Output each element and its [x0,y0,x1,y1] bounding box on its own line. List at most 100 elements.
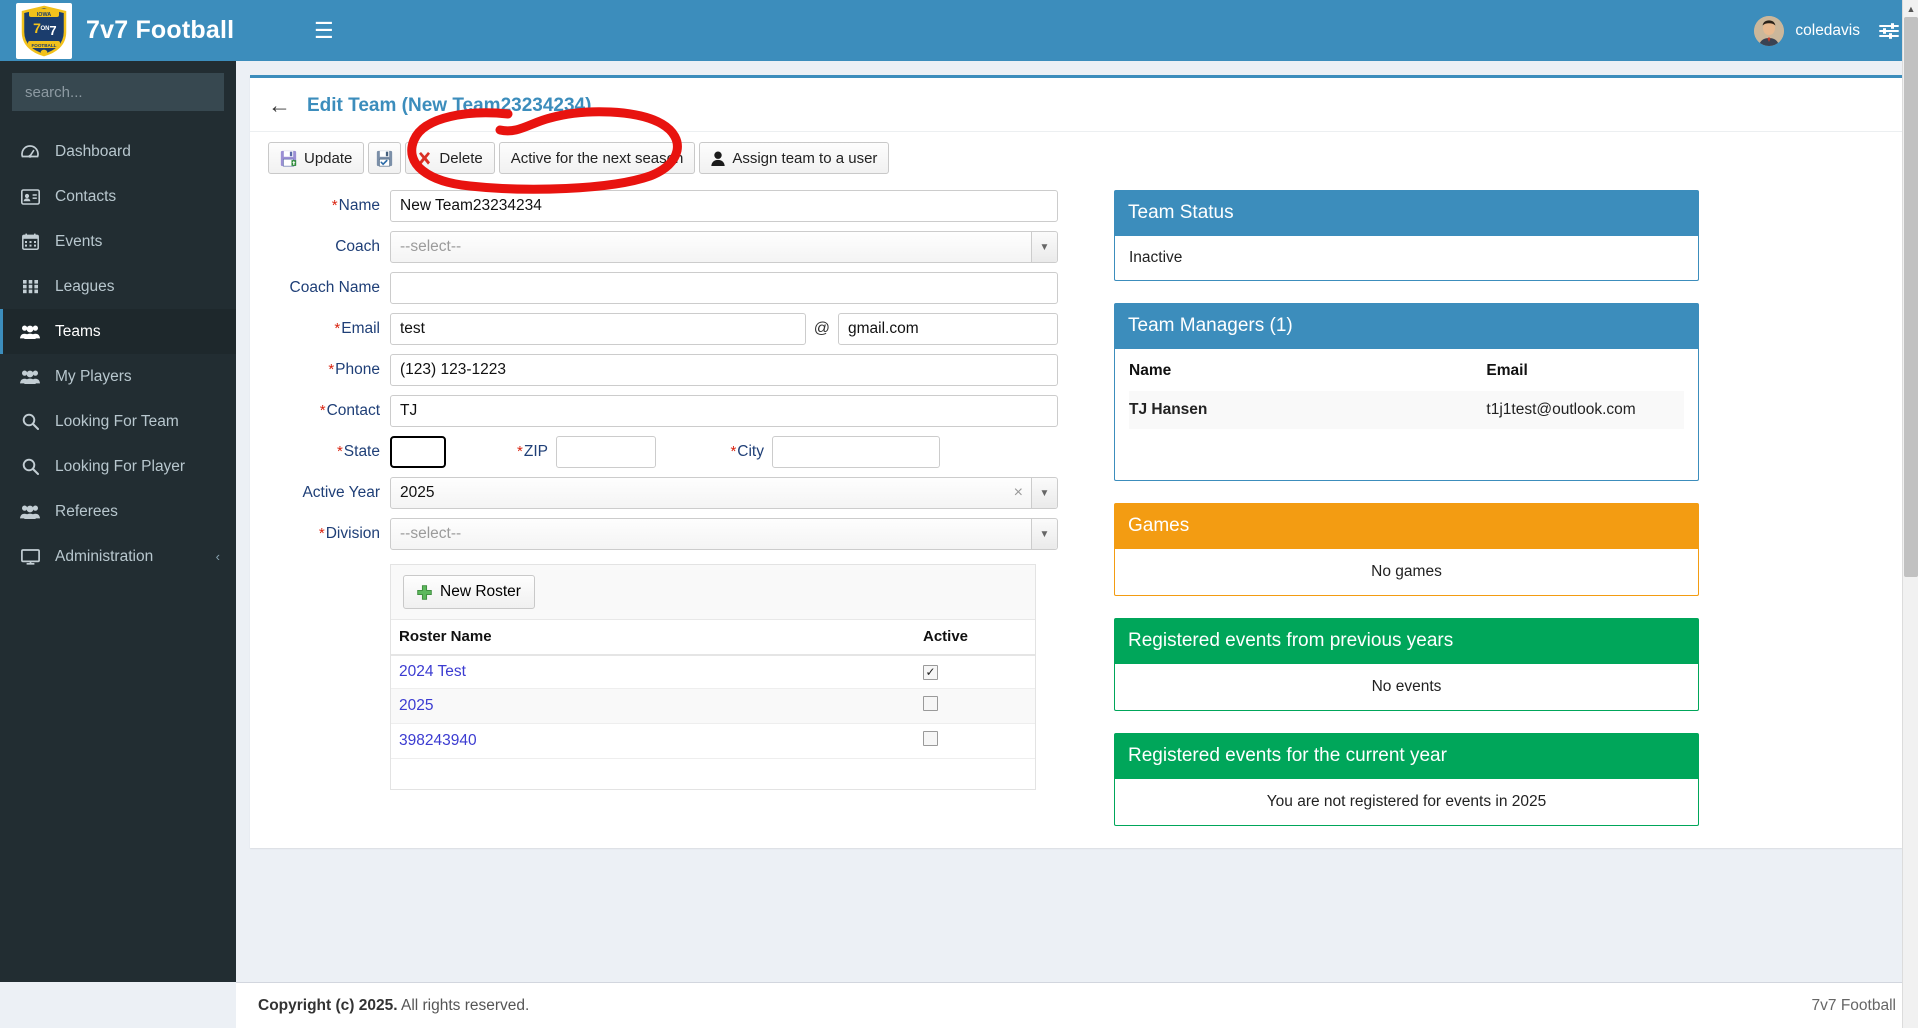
content-area: ← Edit Team (New Team23234234) Update De… [236,61,1918,982]
roster-name-link[interactable]: 398243940 [399,732,477,749]
roster-active-checkbox[interactable] [923,731,938,746]
column-header-active: Active [915,620,1035,656]
roster-name-link[interactable]: 2024 Test [399,663,466,680]
roster-panel: New Roster Roster Name Active 2024 Test … [390,564,1036,790]
state-label: *State [336,443,380,460]
clear-icon[interactable]: × [1014,484,1031,502]
team-status-title: Team Status [1114,190,1699,236]
table-row: TJ Hansen t1j1test@outlook.com [1129,391,1684,429]
zip-input[interactable] [556,436,656,468]
sidebar-item-label: Events [55,232,103,250]
action-toolbar: Update Delete Active for the next season… [250,131,1902,174]
top-nav-right: coledavis [1754,15,1900,46]
chevron-down-icon[interactable]: ▼ [1031,519,1057,549]
team-managers-body: Name Email TJ Hansen t1j1test@outlook.co… [1114,349,1699,481]
table-row[interactable]: 2024 Test ✓ [391,655,1035,689]
sidebar-item-administration[interactable]: Administration ‹ [0,534,236,579]
team-managers-panel: Team Managers (1) Name Email TJ Hansen t… [1114,303,1699,481]
svg-text:IOWA: IOWA [37,12,51,18]
coach-name-input[interactable] [390,272,1058,304]
sidebar-item-looking-for-player[interactable]: Looking For Player [0,444,236,489]
dashboard-icon [19,143,41,161]
active-next-season-button[interactable]: Active for the next season [498,142,696,174]
coach-label: Coach [335,238,380,255]
city-input[interactable] [772,436,940,468]
email-domain-input[interactable] [838,313,1058,345]
city-label: *City [730,443,764,460]
top-nav: ☰ coledavis [290,0,1918,61]
delete-button-label: Delete [439,149,483,167]
managers-header-row: Name Email [1129,349,1684,391]
user-menu[interactable]: coledavis [1754,15,1860,46]
state-zip-city-group: *ZIP *City [390,436,1058,468]
update-button[interactable]: Update [268,142,365,174]
required-marker: * [334,320,341,337]
roster-active-checkbox[interactable] [923,696,938,711]
grid-icon [19,278,41,295]
coach-select[interactable]: --select-- ▼ [390,231,1058,263]
sidebar-item-events[interactable]: Events [0,219,236,264]
update-button-label: Update [304,149,353,167]
field-row-coach-name: Coach Name [268,272,1058,304]
team-form: *Name Coach --select-- ▼ C [268,190,1058,848]
games-panel: Games No games [1114,503,1699,596]
sidebar-item-label: Teams [55,322,101,340]
phone-input[interactable] [390,354,1058,386]
sidebar-item-leagues[interactable]: Leagues [0,264,236,309]
search-icon [19,458,41,475]
sidebar-item-teams[interactable]: Teams [0,309,236,354]
scroll-up-arrow-icon[interactable]: ▲ [1903,0,1918,17]
red-x-icon [419,151,431,165]
save-button[interactable] [368,142,402,174]
state-input[interactable] [390,436,446,468]
sidebar-item-dashboard[interactable]: Dashboard [0,129,236,174]
footer-copyright: Copyright (c) 2025. All rights reserved. [258,997,529,1015]
calendar-icon [19,233,41,250]
roster-active-checkbox[interactable]: ✓ [923,664,938,680]
sidebar-item-looking-for-team[interactable]: Looking For Team [0,399,236,444]
name-input[interactable] [390,190,1058,222]
sliders-icon[interactable] [1878,21,1900,41]
save-icon [280,150,297,166]
field-row-email: *Email @ [268,313,1058,345]
chevron-down-icon[interactable]: ▼ [1031,232,1057,262]
delete-button[interactable]: Delete [405,142,495,174]
team-managers-table: Name Email TJ Hansen t1j1test@outlook.co… [1129,349,1684,429]
events-current-panel: Registered events for the current year Y… [1114,733,1699,826]
save-check-icon [377,150,393,166]
hamburger-icon[interactable]: ☰ [304,14,344,48]
table-row[interactable]: 2025 [391,688,1035,724]
contact-input[interactable] [390,395,1058,427]
chevron-down-icon[interactable]: ▼ [1031,478,1057,508]
edit-team-card: ← Edit Team (New Team23234234) Update De… [250,75,1902,848]
new-roster-button[interactable]: New Roster [403,575,535,609]
search-input[interactable] [13,83,236,101]
page-scrollbar[interactable]: ▲ [1902,0,1918,1028]
coach-select-value: --select-- [400,238,462,255]
sidebar-item-label: Administration [55,547,154,565]
team-managers-title: Team Managers (1) [1114,303,1699,349]
brand-title: 7v7 Football [86,16,235,44]
division-select[interactable]: --select-- ▼ [390,518,1058,550]
sidebar-item-label: Looking For Player [55,457,186,475]
sidebar-item-contacts[interactable]: Contacts [0,174,236,219]
sidebar: Dashboard Contacts [0,61,236,982]
scrollbar-thumb[interactable] [1904,17,1918,577]
brand-logo-area[interactable]: IOWA 7 ON 7 FOOTBALL 7v7 Football [0,0,290,61]
email-local-input[interactable] [390,313,806,345]
svg-text:ON: ON [41,26,50,32]
sidebar-item-my-players[interactable]: My Players [0,354,236,399]
table-row[interactable]: 398243940 [391,723,1035,759]
roster-name-link[interactable]: 2025 [399,697,433,714]
division-label: *Division [318,525,380,542]
app-root: IOWA 7 ON 7 FOOTBALL 7v7 Football ☰ cole… [0,0,1918,1028]
assign-team-to-user-button[interactable]: Assign team to a user [699,142,890,174]
active-year-select[interactable]: 2025 × ▼ [390,477,1058,509]
arrow-left-icon[interactable]: ← [268,94,291,117]
field-row-contact: *Contact [268,395,1058,427]
required-marker: * [319,402,326,419]
sidebar-item-referees[interactable]: Referees [0,489,236,534]
field-row-division: *Division --select-- ▼ [268,518,1058,550]
side-panels: Team Status Inactive Team Managers (1) N… [1114,190,1699,848]
search-box[interactable] [12,73,236,111]
